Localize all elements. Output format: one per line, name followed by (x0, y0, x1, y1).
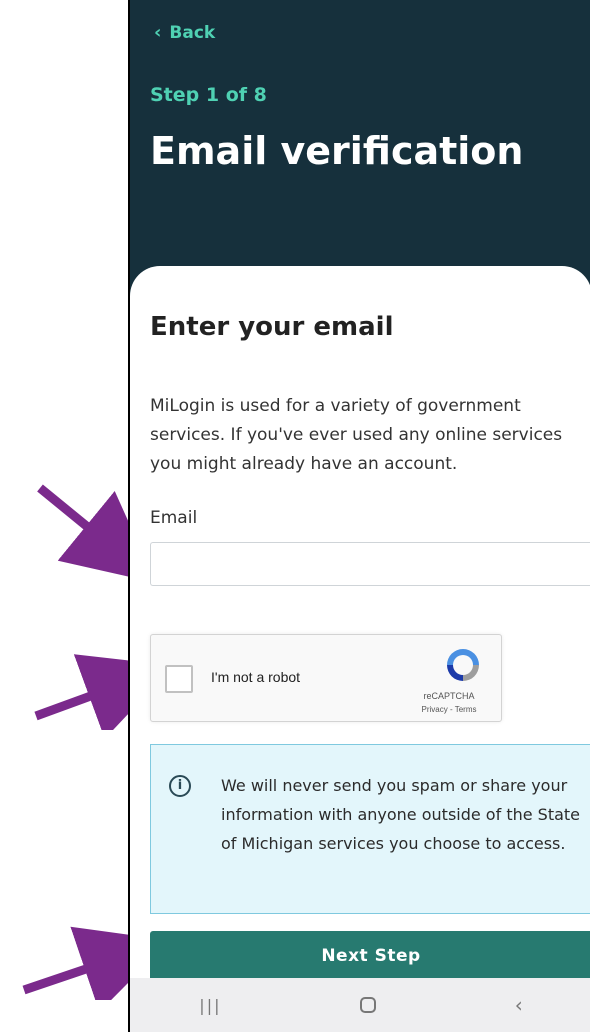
chevron-left-icon: ‹ (154, 22, 162, 43)
recaptcha-label: I'm not a robot (211, 669, 301, 685)
step-indicator: Step 1 of 8 (150, 84, 267, 106)
email-field[interactable] (150, 542, 590, 586)
phone-screen: ‹ Back Step 1 of 8 Email verification En… (128, 0, 590, 1032)
recaptcha-logo-icon (447, 649, 479, 681)
next-step-button[interactable]: Next Step (150, 931, 590, 981)
recaptcha-brand: reCAPTCHA (423, 691, 475, 701)
home-icon[interactable] (360, 997, 377, 1013)
back-link[interactable]: ‹ Back (154, 22, 215, 43)
intro-text: MiLogin is used for a variety of governm… (150, 396, 563, 474)
info-icon: i (169, 775, 191, 797)
back-icon[interactable]: ‹ (515, 993, 523, 1017)
notice-text: We will never send you spam or share you… (221, 776, 581, 853)
form-card: Enter your email MiLogin is used for a v… (130, 266, 590, 1032)
form-heading: Enter your email (150, 312, 394, 342)
recaptcha-links[interactable]: Privacy - Terms (409, 705, 489, 714)
page-title: Email verification (150, 129, 524, 173)
recent-apps-icon[interactable]: ||| (199, 996, 221, 1015)
privacy-notice: i We will never send you spam or share y… (150, 744, 590, 914)
recaptcha-widget: I'm not a robot reCAPTCHA Privacy - Term… (150, 634, 502, 722)
email-label: Email (150, 508, 198, 528)
back-label: Back (169, 22, 216, 43)
android-nav-bar: ||| ‹ (130, 978, 590, 1032)
recaptcha-checkbox[interactable] (165, 665, 193, 693)
